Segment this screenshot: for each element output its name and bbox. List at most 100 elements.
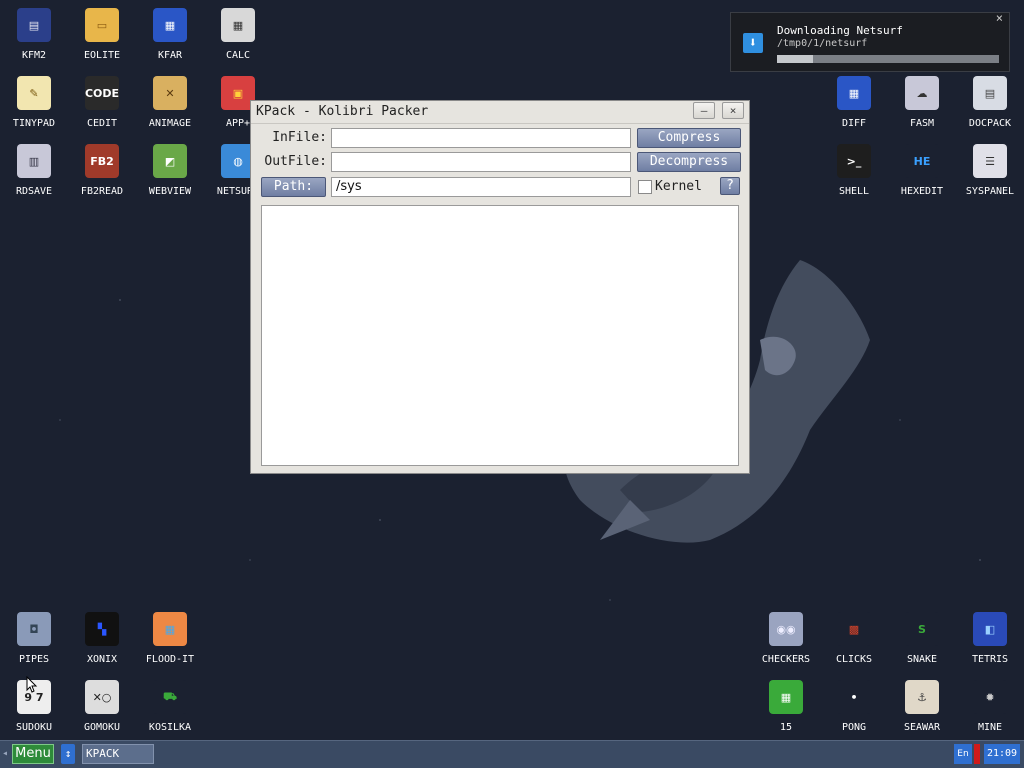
terminal-icon: >_ xyxy=(837,144,871,178)
desktop-icon-snake[interactable]: S SNAKE xyxy=(888,604,956,672)
download-progress-bar xyxy=(777,55,999,63)
pong-icon: • xyxy=(837,680,871,714)
floppy-icon: ▤ xyxy=(17,8,51,42)
path-input[interactable]: /sys xyxy=(331,177,631,197)
desktop-icon-tetris[interactable]: ◧ TETRIS xyxy=(956,604,1024,672)
taskbar-task-kpack[interactable]: KPACK xyxy=(82,744,154,764)
desktop-icon-label: CEDIT xyxy=(86,118,118,129)
desktop-icon-15[interactable]: ▦ 15 xyxy=(752,672,820,740)
sliders-icon: ☰ xyxy=(973,144,1007,178)
desktop-icon-fb2read[interactable]: FB2 FB2READ xyxy=(68,136,136,204)
infile-input[interactable] xyxy=(331,128,631,148)
download-notification[interactable]: ⬇ Downloading Netsurf /tmp0/1/netsurf × xyxy=(730,11,1010,72)
desktop-icon-label: TINYPAD xyxy=(12,118,56,129)
download-progress-fill xyxy=(777,55,813,63)
desktop-icon-flood-it[interactable]: ▦ FLOOD-IT xyxy=(136,604,204,672)
help-button[interactable]: ? xyxy=(720,177,740,195)
desktop-icon-label: PONG xyxy=(841,722,867,733)
desktop-icon-label: FASM xyxy=(909,118,935,129)
notepad-icon: ✎ xyxy=(17,76,51,110)
notification-title: Downloading Netsurf xyxy=(777,24,903,37)
desktop-icon-animage[interactable]: ✕ ANIMAGE xyxy=(136,68,204,136)
desktop-icon-pipes[interactable]: ◘ PIPES xyxy=(0,604,68,672)
switch-windows-button[interactable]: ↕ xyxy=(61,744,75,764)
pipes-icon: ◘ xyxy=(17,612,51,646)
desktop-icon-eolite[interactable]: ▭ EOLITE xyxy=(68,0,136,68)
desktop-icon-kfm2[interactable]: ▤ KFM2 xyxy=(0,0,68,68)
desktop-icon-label: CALC xyxy=(225,50,251,61)
desktop-icon-docpack[interactable]: ▤ DOCPACK xyxy=(956,68,1024,136)
desktop-icon-label: MINE xyxy=(977,722,1003,733)
file-manager-icon: ▦ xyxy=(153,8,187,42)
decompress-button[interactable]: Decompress xyxy=(637,152,741,172)
snake-icon: S xyxy=(905,612,939,646)
output-log-area[interactable] xyxy=(261,205,739,466)
clock[interactable]: 21:09 xyxy=(984,744,1020,764)
desktop-icon-label: GOMOKU xyxy=(83,722,121,733)
language-indicator[interactable]: En xyxy=(954,744,972,764)
checkers-icon: ◉◉ xyxy=(769,612,803,646)
kernel-checkbox[interactable] xyxy=(638,180,652,194)
taskbar-left-arrow-icon[interactable]: ◂ xyxy=(2,748,8,759)
desktop-icon-cedit[interactable]: CODE CEDIT xyxy=(68,68,136,136)
desktop-icon-label: SNAKE xyxy=(906,654,938,665)
clicks-icon: ▩ xyxy=(837,612,871,646)
desktop-icon-pong[interactable]: • PONG xyxy=(820,672,888,740)
flood-icon: ▦ xyxy=(153,612,187,646)
hex-icon: HE xyxy=(905,144,939,178)
mine-icon: ✹ xyxy=(973,680,1007,714)
desktop-icon-checkers[interactable]: ◉◉ CHECKERS xyxy=(752,604,820,672)
notification-path: /tmp0/1/netsurf xyxy=(777,38,868,49)
diff-icon: ▦ xyxy=(837,76,871,110)
desktop-icon-clicks[interactable]: ▩ CLICKS xyxy=(820,604,888,672)
desktop-icon-hexedit[interactable]: HE HEXEDIT xyxy=(888,136,956,204)
desktop-icon-fasm[interactable]: ☁ FASM xyxy=(888,68,956,136)
desktop-icon-mine[interactable]: ✹ MINE xyxy=(956,672,1024,740)
desktop-icon-seawar[interactable]: ⚓ SEAWAR xyxy=(888,672,956,740)
book-icon: FB2 xyxy=(85,144,119,178)
desktop-icon-syspanel[interactable]: ☰ SYSPANEL xyxy=(956,136,1024,204)
ram-disk-icon: ▥ xyxy=(17,144,51,178)
desktop-icon-rdsave[interactable]: ▥ RDSAVE xyxy=(0,136,68,204)
outfile-input[interactable] xyxy=(331,152,631,172)
desktop-icon-calc[interactable]: ▦ CALC xyxy=(204,0,272,68)
desktop-icon-kfar[interactable]: ▦ KFAR xyxy=(136,0,204,68)
tetris-icon: ◧ xyxy=(973,612,1007,646)
desktop-icon-label: 15 xyxy=(779,722,793,733)
desktop-icon-label: APP+ xyxy=(225,118,251,129)
desktop-icon-kosilka[interactable]: ⛟ KOSILKA xyxy=(136,672,204,740)
desktop-icon-diff[interactable]: ▦ DIFF xyxy=(820,68,888,136)
window-titlebar[interactable]: KPack - Kolibri Packer – × xyxy=(251,101,749,124)
close-button[interactable]: × xyxy=(722,102,744,119)
desktop-icon-label: WEBVIEW xyxy=(148,186,192,197)
taskbar: ◂ Menu ↕ KPACK En 21:09 xyxy=(0,740,1024,768)
desktop-icon-label: TETRIS xyxy=(971,654,1009,665)
desktop-icon-label: SEAWAR xyxy=(903,722,941,733)
gomoku-icon: ✕○ xyxy=(85,680,119,714)
fifteen-icon: ▦ xyxy=(769,680,803,714)
window-title: KPack - Kolibri Packer xyxy=(256,104,429,119)
desktop-icon-tinypad[interactable]: ✎ TINYPAD xyxy=(0,68,68,136)
status-indicator xyxy=(974,744,980,764)
kpack-window: KPack - Kolibri Packer – × InFile: Compr… xyxy=(250,100,750,474)
desktop-icon-label: SYSPANEL xyxy=(965,186,1015,197)
desktop-icon-gomoku[interactable]: ✕○ GOMOKU xyxy=(68,672,136,740)
desktop-icon-webview[interactable]: ◩ WEBVIEW xyxy=(136,136,204,204)
code-icon: CODE xyxy=(85,76,119,110)
desktop-icon-label: RDSAVE xyxy=(15,186,53,197)
folder-icon: ▭ xyxy=(85,8,119,42)
minimize-button[interactable]: – xyxy=(693,102,715,119)
desktop-icon-xonix[interactable]: ▚ XONIX xyxy=(68,604,136,672)
desktop-icon-label: SUDOKU xyxy=(15,722,53,733)
desktop-icon-label: PIPES xyxy=(18,654,50,665)
path-button[interactable]: Path: xyxy=(261,177,326,197)
notification-close-icon[interactable]: × xyxy=(996,11,1003,25)
desktop-icon-shell[interactable]: >_ SHELL xyxy=(820,136,888,204)
menu-button[interactable]: Menu xyxy=(12,744,54,764)
desktop-icon-label: EOLITE xyxy=(83,50,121,61)
desktop-icon-label: CHECKERS xyxy=(761,654,811,665)
compress-button[interactable]: Compress xyxy=(637,128,741,148)
lawnmower-icon: ⛟ xyxy=(153,680,187,714)
desktop-icon-label: DIFF xyxy=(841,118,867,129)
desktop-icon-label: KFM2 xyxy=(21,50,47,61)
